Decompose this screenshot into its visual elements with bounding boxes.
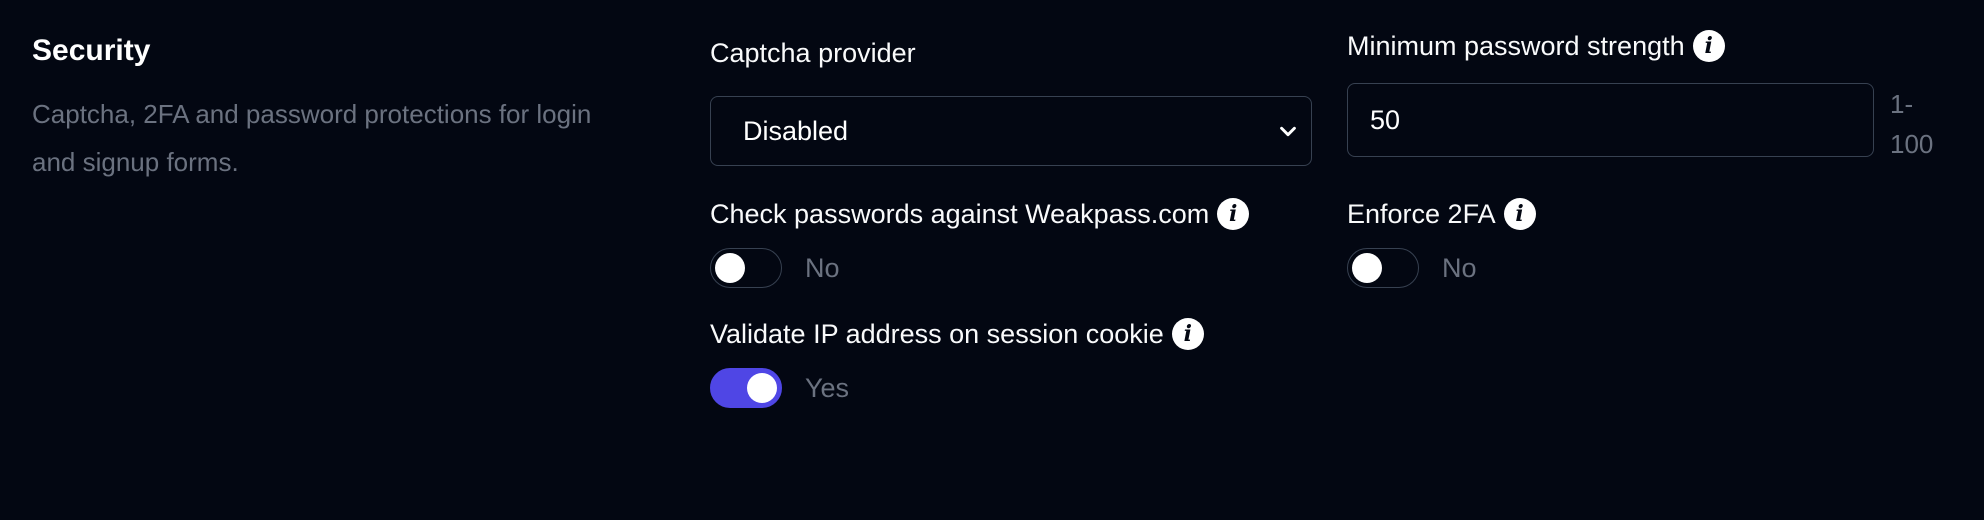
chevron-down-icon [1280,126,1296,137]
section-description: Captcha, 2FA and password protections fo… [32,99,592,177]
min-password-strength-input[interactable]: 50 [1347,83,1874,157]
validate-ip-label: Validate IP address on session cookie i [710,318,1204,350]
section-title: Security [32,34,151,67]
enforce-2fa-state: No [1442,253,1477,283]
info-icon[interactable]: i [1217,198,1250,230]
info-icon[interactable]: i [1692,30,1725,62]
security-settings-panel: Security Captcha, 2FA and password prote… [0,0,1984,520]
weakpass-label: Check passwords against Weakpass.com i [710,198,1250,230]
captcha-provider-select[interactable]: Disabled [710,96,1312,166]
weakpass-state: No [805,253,840,283]
toggle-knob [747,373,777,403]
min-password-strength-label-text: Minimum password strength [1347,30,1685,61]
min-password-strength-label: Minimum password strength i [1347,30,1725,62]
validate-ip-state: Yes [805,373,850,403]
enforce-2fa-label-text: Enforce 2FA [1347,198,1496,229]
toggle-knob [715,253,745,283]
min-password-strength-value: 50 [1370,104,1401,135]
validate-ip-toggle[interactable] [710,368,782,408]
info-icon[interactable]: i [1503,198,1536,230]
captcha-provider-label-text: Captcha provider [710,38,916,68]
captcha-provider-label: Captcha provider [710,38,916,69]
weakpass-toggle[interactable] [710,248,782,288]
validate-ip-label-text: Validate IP address on session cookie [710,318,1164,349]
captcha-provider-value: Disabled [743,115,849,146]
enforce-2fa-toggle[interactable] [1347,248,1419,288]
weakpass-label-text: Check passwords against Weakpass.com [710,198,1210,229]
min-password-strength-range-hint: 1-100 [1890,89,1934,159]
info-icon[interactable]: i [1171,318,1204,350]
toggle-knob [1352,253,1382,283]
enforce-2fa-label: Enforce 2FA i [1347,198,1536,230]
